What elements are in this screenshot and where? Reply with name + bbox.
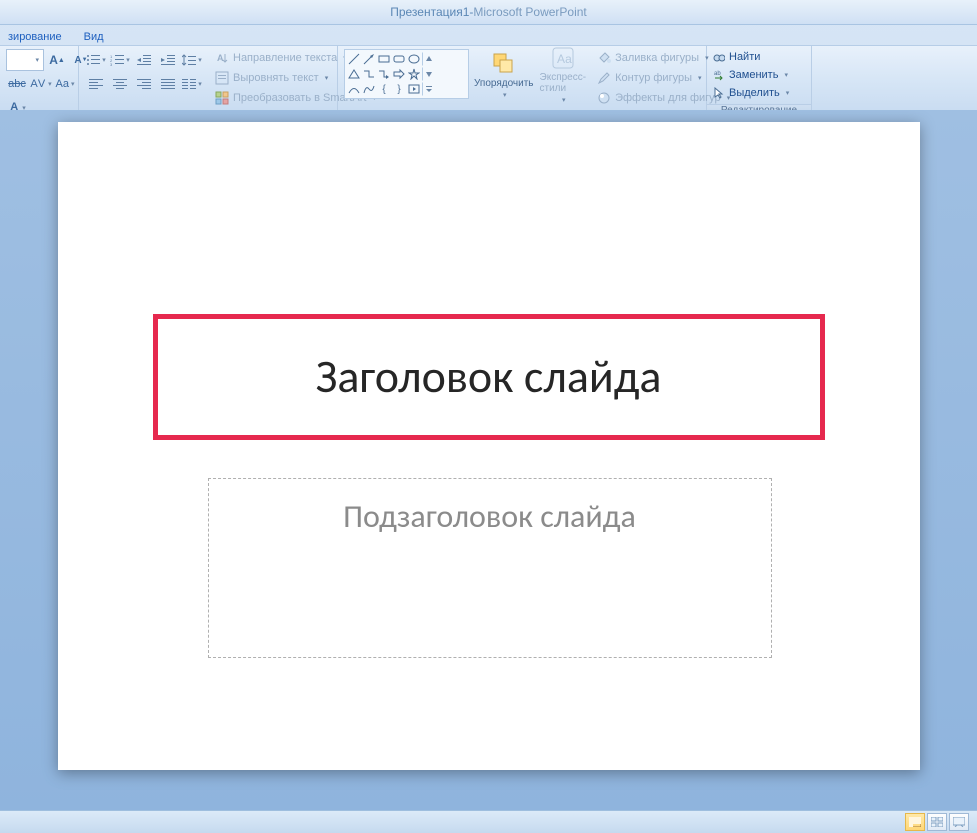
shape-roundrect-icon[interactable] [392, 52, 406, 66]
group-paragraph: ▾ 123▾ ▾ ▾ A [79, 46, 338, 112]
binoculars-icon [713, 51, 725, 63]
justify-button[interactable] [157, 73, 179, 95]
shape-star-icon[interactable] [407, 67, 421, 81]
title-text: Заголовок слайда [316, 349, 662, 405]
sorter-view-button[interactable] [927, 813, 947, 831]
shapes-up-icon[interactable] [422, 52, 436, 66]
group-font: ▾ A▲ A▼ abc AV▾ Aa▾ A▾ ↘ [0, 46, 79, 112]
shape-rect-icon[interactable] [377, 52, 391, 66]
normal-view-button[interactable] [905, 813, 925, 831]
align-center-button[interactable] [109, 73, 131, 95]
quick-styles-button[interactable]: Аа Экспресс-стили▾ [539, 49, 588, 101]
change-case-button[interactable]: Aa▾ [54, 73, 76, 95]
group-editing: Найти ab Заменить▾ Выделить▾ Редактирова… [707, 46, 812, 112]
tab-formatting[interactable]: зирование [4, 29, 66, 45]
ribbon-tabs: зирование Вид [0, 25, 977, 45]
decrease-indent-button[interactable] [133, 49, 155, 71]
align-right-button[interactable] [133, 73, 155, 95]
svg-text:Аа: Аа [557, 52, 572, 66]
pen-icon [597, 71, 611, 85]
document-name: Презентация1 [390, 5, 469, 19]
shape-rbrace-icon[interactable]: } [392, 82, 406, 96]
slideshow-view-icon [953, 817, 965, 827]
shapes-more-icon[interactable] [422, 82, 436, 96]
shape-arrow-icon[interactable] [362, 52, 376, 66]
effects-icon [597, 91, 611, 105]
group-drawing: { } Упорядочить▾ Аа Экспресс-стили▾ [338, 46, 707, 112]
svg-text:3: 3 [110, 62, 113, 66]
bullets-button[interactable]: ▾ [85, 49, 107, 71]
char-spacing-button[interactable]: AV▾ [30, 73, 52, 95]
ribbon: ▾ A▲ A▼ abc AV▾ Aa▾ A▾ ↘ [0, 45, 977, 113]
subtitle-placeholder[interactable]: Подзаголовок слайда [208, 478, 772, 658]
slide[interactable]: Заголовок слайда Подзаголовок слайда [58, 122, 920, 770]
shape-arrow-right-icon[interactable] [392, 67, 406, 81]
subtitle-text: Подзаголовок слайда [343, 497, 636, 536]
shape-line-icon[interactable] [347, 52, 361, 66]
title-bar: Презентация1 - Microsoft PowerPoint [0, 0, 977, 25]
shape-curve-icon[interactable] [347, 82, 361, 96]
arrange-icon [492, 52, 516, 76]
status-bar [0, 810, 977, 833]
line-spacing-button[interactable]: ▾ [181, 49, 203, 71]
strikethrough-button[interactable]: abc [6, 73, 28, 95]
shape-ellipse-icon[interactable] [407, 52, 421, 66]
shape-lbrace-icon[interactable]: { [377, 82, 391, 96]
shape-elbow-icon[interactable] [362, 67, 376, 81]
slideshow-view-button[interactable] [949, 813, 969, 831]
shape-elbow-arrow-icon[interactable] [377, 67, 391, 81]
bucket-icon [597, 51, 611, 65]
slide-canvas[interactable]: Заголовок слайда Подзаголовок слайда [0, 110, 977, 811]
smartart-icon [215, 91, 229, 105]
tab-view[interactable]: Вид [80, 29, 108, 45]
font-size-combo[interactable]: ▾ [6, 49, 44, 71]
sorter-view-icon [931, 817, 943, 827]
find-button[interactable]: Найти [713, 49, 789, 65]
normal-view-icon [909, 817, 921, 827]
svg-text:A: A [217, 53, 224, 63]
align-left-button[interactable] [85, 73, 107, 95]
shapes-down-icon[interactable] [422, 67, 436, 81]
app-name: Microsoft PowerPoint [473, 5, 586, 19]
select-button[interactable]: Выделить▾ [713, 85, 789, 101]
text-direction-icon: A [215, 51, 229, 65]
powerpoint-window: Презентация1 - Microsoft PowerPoint зиро… [0, 0, 977, 833]
title-placeholder[interactable]: Заголовок слайда [153, 314, 825, 440]
columns-button[interactable]: ▾ [181, 73, 203, 95]
shapes-gallery[interactable]: { } [347, 52, 466, 96]
numbering-button[interactable]: 123▾ [109, 49, 131, 71]
cursor-icon [713, 87, 725, 99]
replace-icon: ab [713, 69, 725, 81]
grow-font-button[interactable]: A▲ [46, 49, 68, 71]
align-text-icon [215, 71, 229, 85]
shape-freeform-icon[interactable] [362, 82, 376, 96]
arrange-button[interactable]: Упорядочить▾ [473, 49, 535, 101]
replace-button[interactable]: ab Заменить▾ [713, 67, 789, 83]
increase-indent-button[interactable] [157, 49, 179, 71]
shape-action-icon[interactable] [407, 82, 421, 96]
quick-styles-icon: Аа [551, 46, 575, 70]
shape-triangle-icon[interactable] [347, 67, 361, 81]
